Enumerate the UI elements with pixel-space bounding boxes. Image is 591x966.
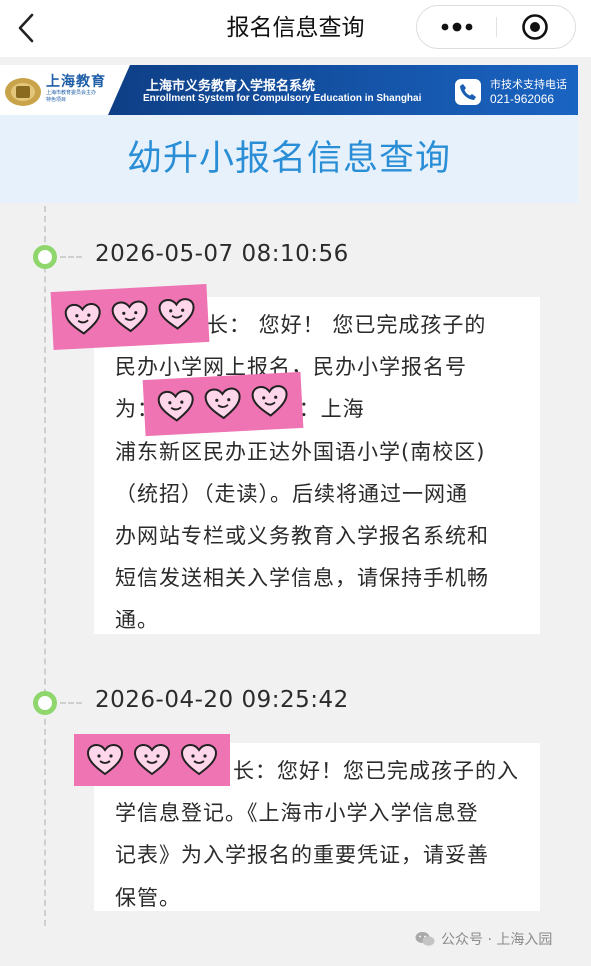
heart-face-icon [158,298,195,330]
timeline-line [44,206,46,926]
support-phone-label: 市技术支持电话 [490,78,567,91]
mini-program-capsule [416,5,576,49]
heart-face-icon [65,303,102,335]
message-line: 短信发送相关入学信息，请保持手机畅 [115,566,489,591]
message-line: （统招）（走读）。后续将通过一网通 [115,481,468,506]
system-banner: 上海教育 上海市教育委员会主办 特色项目 上海市义务教育入学报名系统 Enrol… [0,65,578,115]
support-phone-number[interactable]: 021-962066 [490,92,554,106]
logo-emblem-icon [5,78,41,106]
timeline-node-connector [60,256,82,258]
capsule-divider [496,17,497,37]
close-button[interactable] [513,6,557,48]
target-close-icon [522,14,548,40]
page-title: 幼升小报名信息查询 [126,139,451,179]
privacy-sticker [50,283,210,351]
timeline-timestamp: 2026-04-20 09:25:42 [95,687,349,713]
message-line: 浦东新区民办正达外国语小学(南校区) [115,439,486,464]
system-name-en: Enrollment System for Compulsory Educati… [143,93,422,104]
timeline-message-card: 长： 您好！ 您已完成孩子的 民办小学网上报名，民办小学报名号 为： 民办小学志… [94,288,540,634]
system-name-cn: 上海市义务教育入学报名系统 [146,79,316,94]
message-line: 办网站专栏或义务教育入学报名系统和 [115,524,489,549]
heart-face-icon [157,390,194,422]
message-line: 保管。 [115,885,181,910]
privacy-sticker [142,371,304,437]
shanghai-education-logo: 上海教育 上海市教育委员会主办 特色项目 [0,65,125,115]
wechat-icon [415,932,435,946]
phone-support-icon[interactable] [455,79,481,105]
timeline-node [33,245,57,269]
heart-face-icon [204,387,241,420]
phone-icon [460,84,476,100]
heart-face-icon [133,743,170,776]
more-button[interactable] [437,6,477,48]
wechat-watermark: 公众号 · 上海入园 [415,929,552,949]
page-title-band: 幼升小报名信息查询 [0,115,578,203]
heart-face-icon [180,743,217,776]
message-line: 学信息登记。《上海市小学入学信息登 [115,801,479,826]
privacy-sticker [74,734,230,786]
message-line: 通。 [115,608,159,633]
heart-face-icon [111,300,148,333]
heart-face-icon [251,385,288,417]
message-line: 记表》为入学报名的重要凭证，请妥善 [115,843,489,868]
logo-title: 上海教育 [46,73,106,89]
watermark-text: 公众号 · 上海入园 [441,932,553,948]
timeline-node-connector [60,702,82,704]
top-navigation-bar: 报名信息查询 [0,0,591,57]
logo-subtitle: 上海市教育委员会主办 特色项目 [46,90,97,103]
heart-face-icon [87,743,124,776]
timeline-node [33,691,57,715]
timeline-timestamp: 2026-05-07 08:10:56 [95,241,349,267]
more-dots-icon [441,22,473,32]
